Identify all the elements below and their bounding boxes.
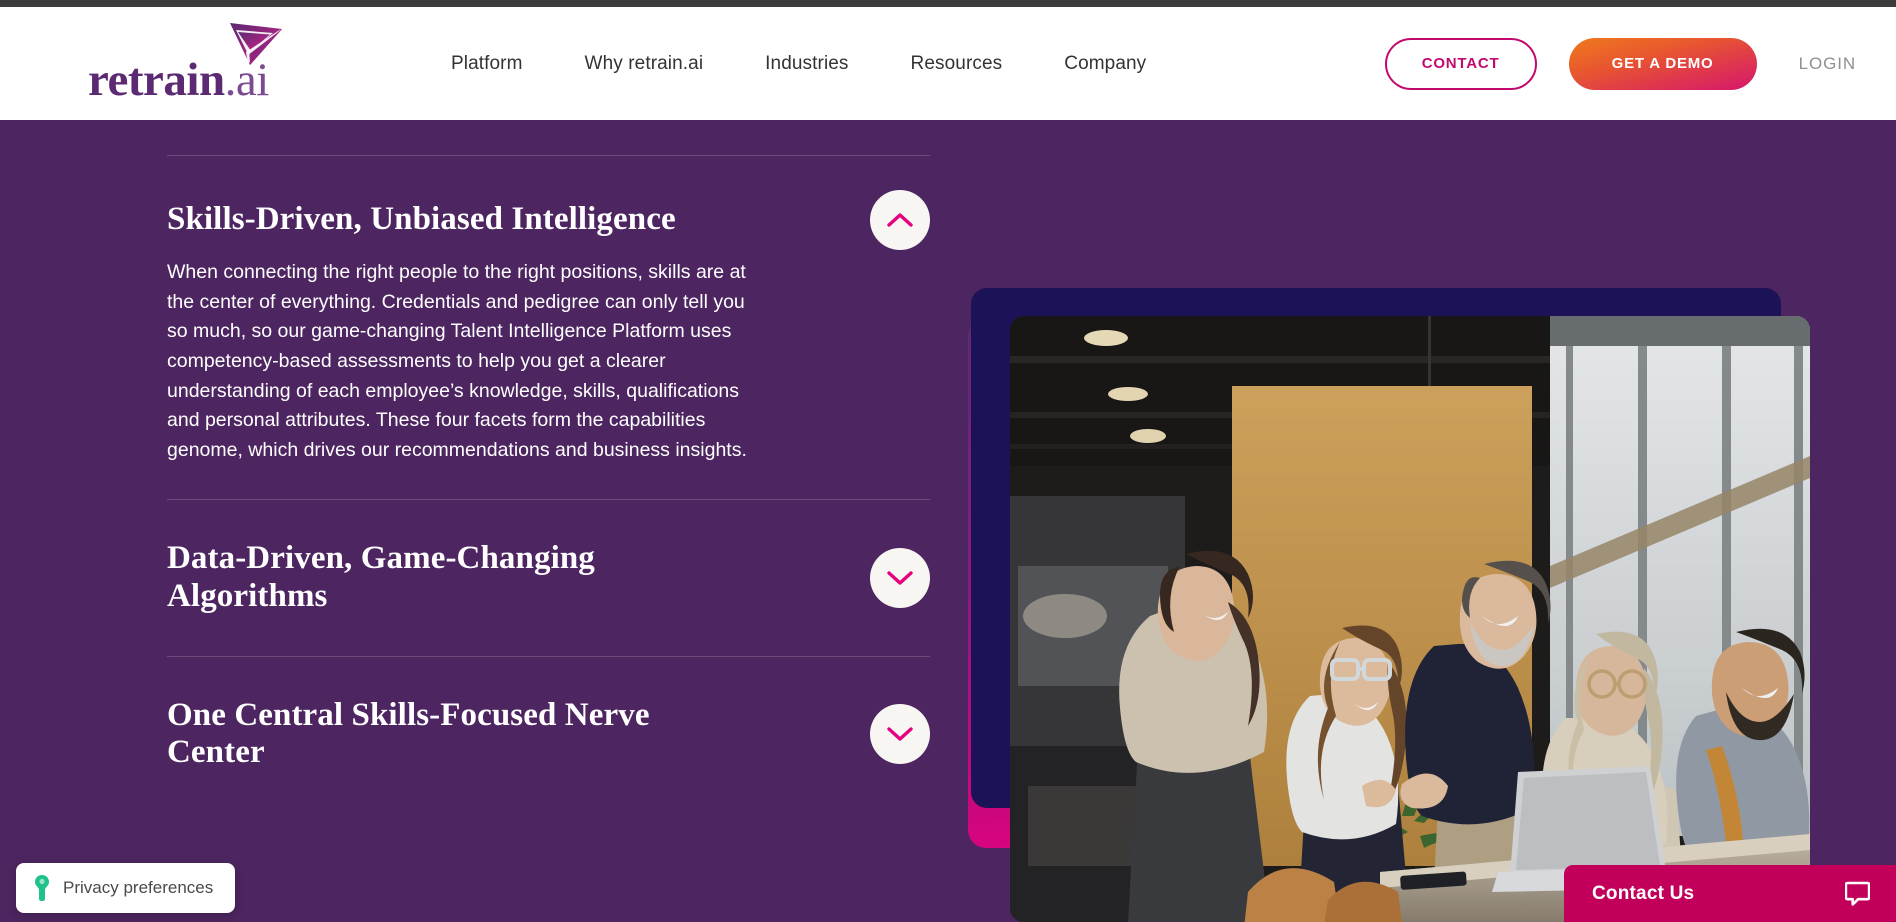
browser-top-strip xyxy=(0,0,1896,7)
fingerprint-icon xyxy=(35,875,49,901)
site-logo[interactable]: retrain.ai xyxy=(88,23,318,107)
accordion-title: Data-Driven, Game-Changing Algorithms xyxy=(167,540,595,614)
main-navigation: Platform Why retrain.ai Industries Resou… xyxy=(420,7,1177,120)
contact-us-label: Contact Us xyxy=(1592,882,1695,904)
chevron-down-icon xyxy=(887,571,913,585)
accordion-body-skills-driven: When connecting the right people to the … xyxy=(167,258,930,499)
nav-item-why-retrain[interactable]: Why retrain.ai xyxy=(554,53,735,75)
nav-item-platform[interactable]: Platform xyxy=(420,53,554,75)
nav-item-resources[interactable]: Resources xyxy=(880,53,1034,75)
header-actions: CONTACT GET A DEMO LOGIN xyxy=(1384,7,1856,120)
get-a-demo-button[interactable]: GET A DEMO xyxy=(1568,37,1757,90)
accordion-title: Skills-Driven, Unbiased Intelligence xyxy=(167,201,676,238)
logo-suffix: .ai xyxy=(224,54,270,106)
logo-brand: retrain xyxy=(88,54,225,106)
accordion-item-data-driven: Data-Driven, Game-Changing Algorithms xyxy=(167,500,930,655)
accordion-header-nerve-center[interactable]: One Central Skills-Focused Nerve Center xyxy=(167,657,930,812)
contact-button[interactable]: CONTACT xyxy=(1384,37,1537,90)
site-header: retrain.ai Platform Why retrain.ai Indus… xyxy=(0,7,1896,120)
accordion-toggle-expand[interactable] xyxy=(870,547,930,608)
accordion-item-skills-driven: Skills-Driven, Unbiased Intelligence Whe… xyxy=(167,156,930,499)
nav-item-company[interactable]: Company xyxy=(1033,53,1177,75)
accordion-header-skills-driven[interactable]: Skills-Driven, Unbiased Intelligence xyxy=(167,156,930,258)
accordion-toggle-collapse[interactable] xyxy=(870,190,930,250)
privacy-preferences-label: Privacy preferences xyxy=(63,878,214,897)
page-main: Skills-Driven, Unbiased Intelligence Whe… xyxy=(0,120,1896,922)
nav-item-industries[interactable]: Industries xyxy=(734,53,879,75)
accordion-header-data-driven[interactable]: Data-Driven, Game-Changing Algorithms xyxy=(167,500,930,655)
accordion-title: One Central Skills-Focused Nerve Center xyxy=(167,696,650,771)
login-link[interactable]: LOGIN xyxy=(1799,54,1856,74)
accordion-item-nerve-center: One Central Skills-Focused Nerve Center xyxy=(167,657,930,812)
chevron-down-icon xyxy=(887,727,913,741)
team-photo xyxy=(1010,316,1810,922)
chat-bubble-icon xyxy=(1845,881,1870,906)
privacy-preferences-button[interactable]: Privacy preferences xyxy=(16,863,236,913)
chevron-up-icon xyxy=(887,213,913,227)
logo-wordmark: retrain.ai xyxy=(88,57,269,104)
feature-accordion: Skills-Driven, Unbiased Intelligence Whe… xyxy=(167,155,930,812)
feature-image-stack xyxy=(968,288,1848,922)
contact-us-chat-button[interactable]: Contact Us xyxy=(1564,865,1896,922)
team-photo-illustration xyxy=(1010,316,1810,922)
accordion-toggle-expand[interactable] xyxy=(870,704,930,765)
accordion-body-text: When connecting the right people to the … xyxy=(167,261,747,461)
